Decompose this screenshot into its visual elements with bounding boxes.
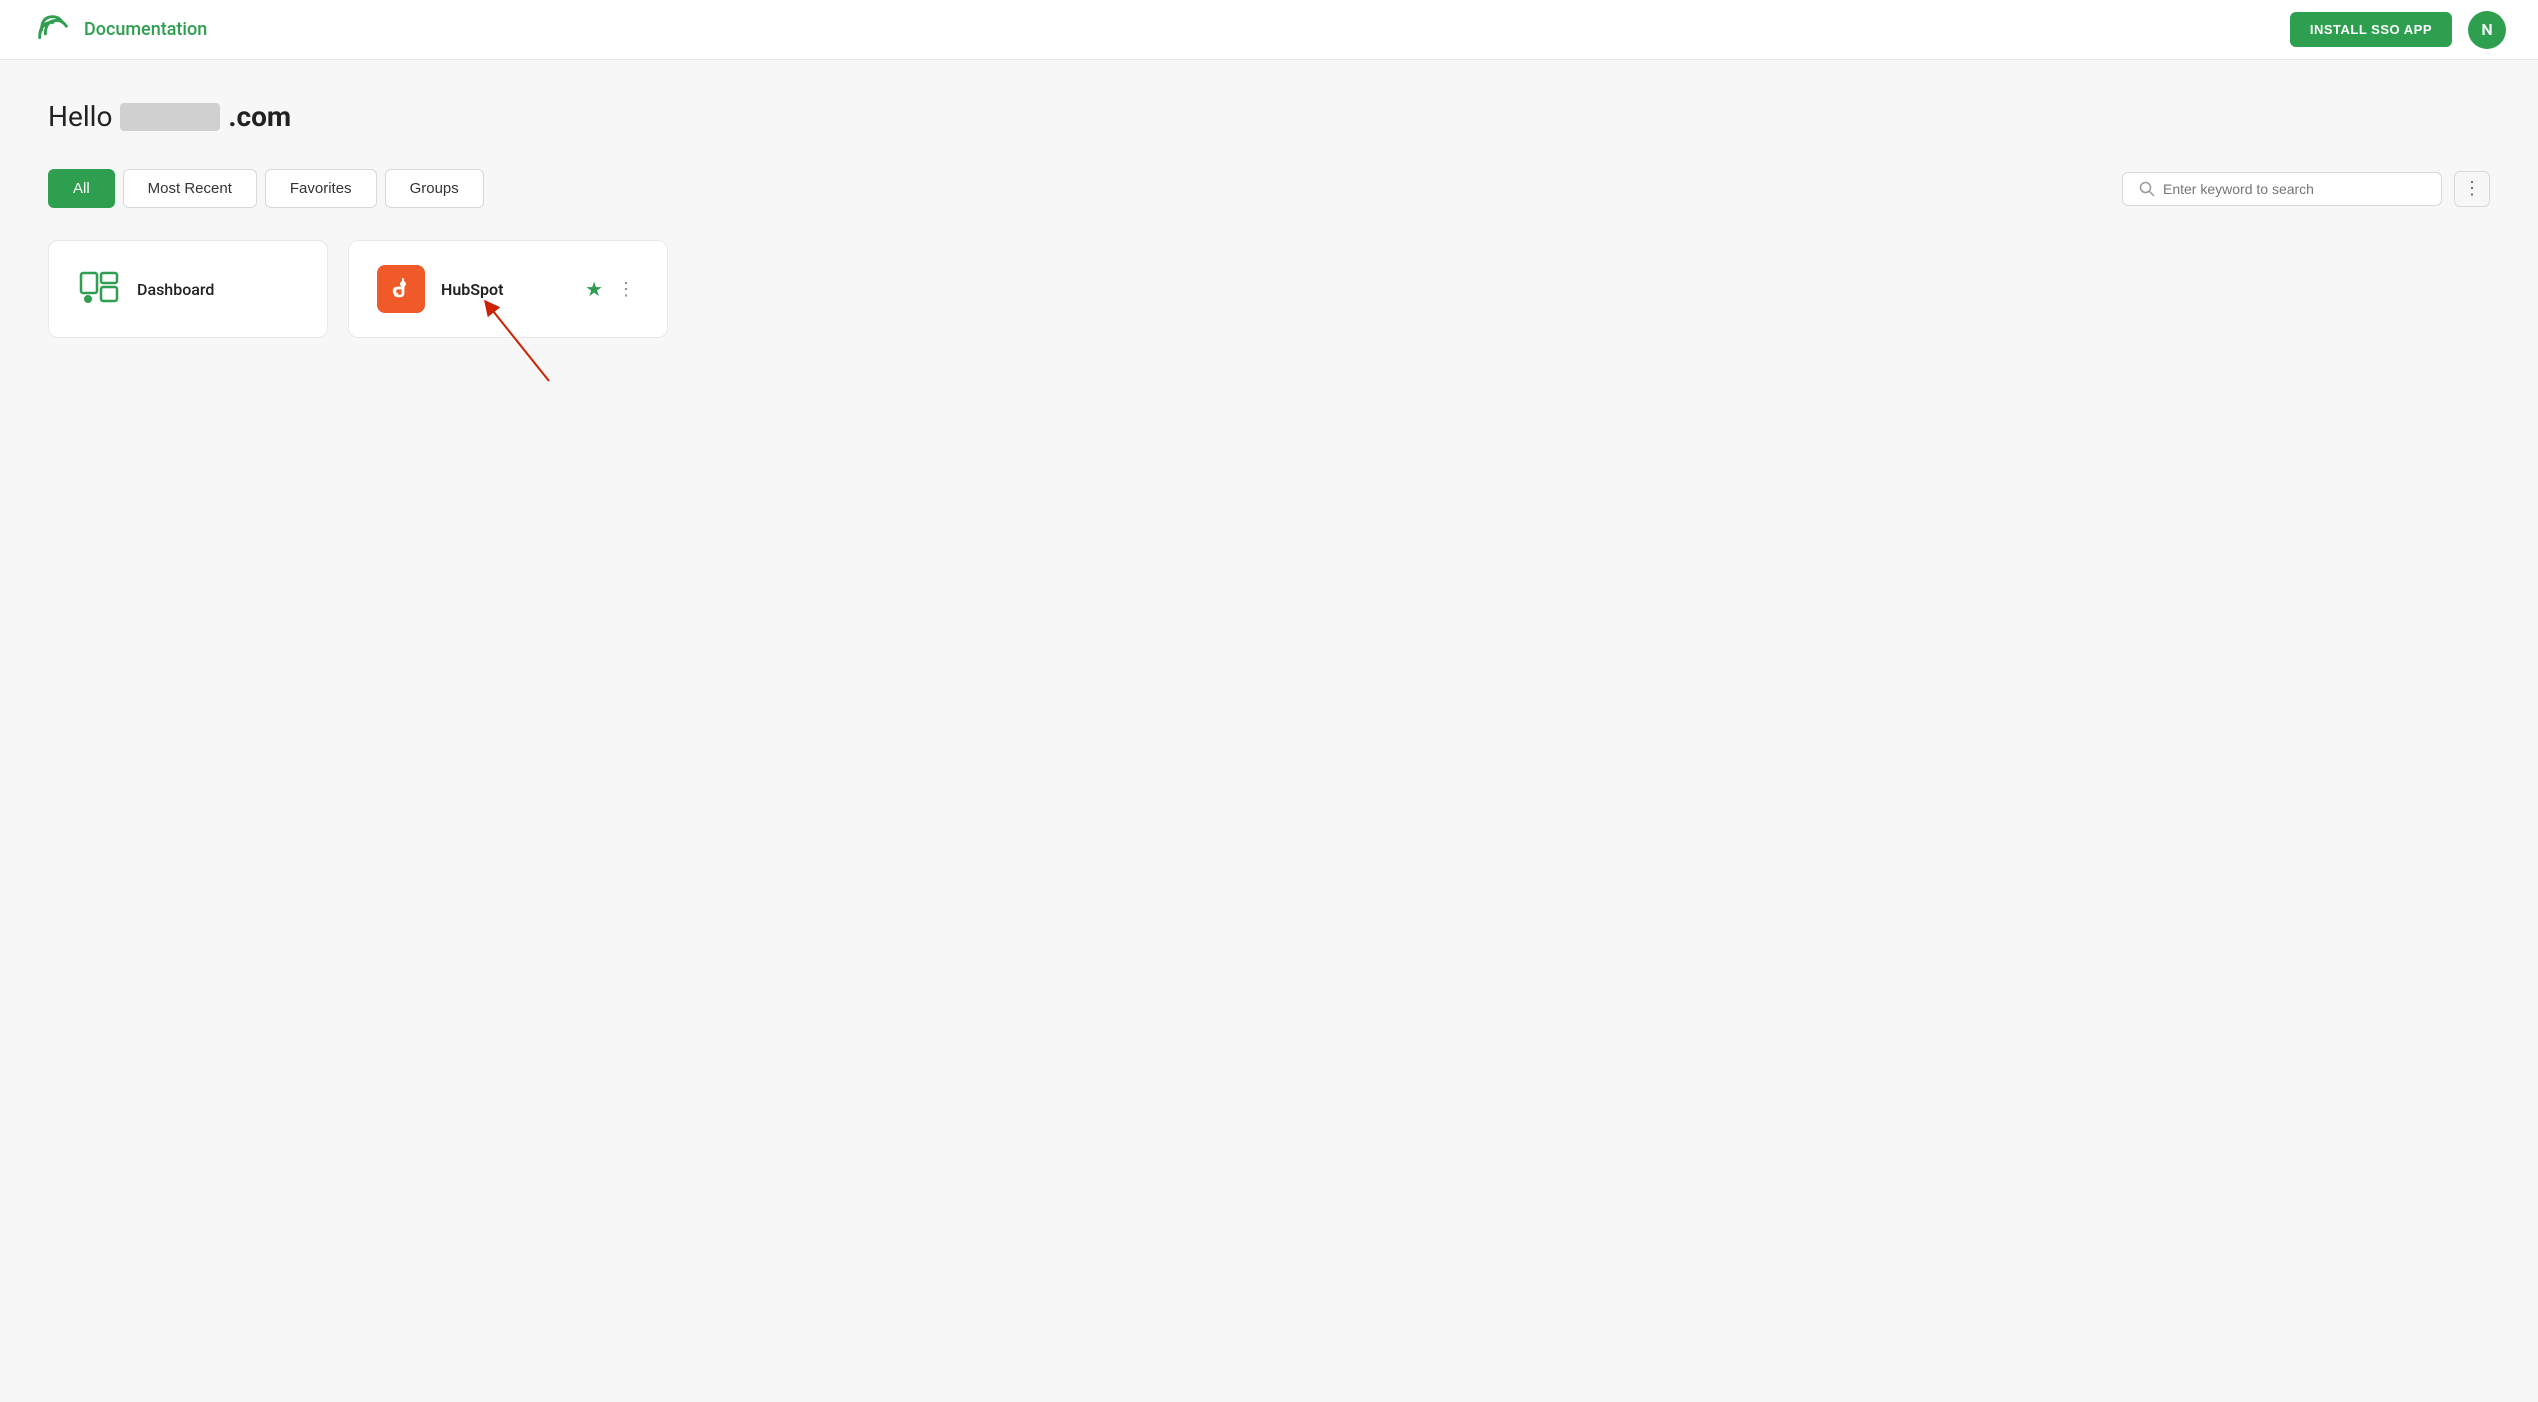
annotation-arrow	[469, 291, 589, 391]
kebab-dots-icon: ⋮	[617, 279, 635, 300]
logo-area: Documentation	[32, 9, 207, 51]
hubspot-label: HubSpot	[441, 280, 569, 299]
dashboard-label: Dashboard	[137, 280, 214, 299]
card-dashboard[interactable]: Dashboard	[48, 240, 328, 338]
cards-grid: Dashboard HubSpot ★ ⋮	[48, 240, 2490, 338]
card-hubspot[interactable]: HubSpot ★ ⋮	[348, 240, 668, 338]
search-icon	[2139, 181, 2155, 197]
search-input[interactable]	[2163, 181, 2425, 197]
filter-row: All Most Recent Favorites Groups ⋮	[48, 169, 2490, 208]
tab-favorites[interactable]: Favorites	[265, 169, 377, 208]
kebab-icon: ⋮	[2463, 178, 2481, 199]
tab-most-recent[interactable]: Most Recent	[123, 169, 257, 208]
avatar[interactable]: N	[2468, 11, 2506, 49]
tab-group: All Most Recent Favorites Groups	[48, 169, 484, 208]
app-title: Documentation	[84, 19, 207, 40]
brand-logo-icon	[32, 9, 74, 51]
header-right: INSTALL SSO APP N	[2290, 11, 2506, 49]
install-sso-button[interactable]: INSTALL SSO APP	[2290, 12, 2452, 47]
hubspot-logo	[377, 265, 425, 313]
tab-groups[interactable]: Groups	[385, 169, 484, 208]
greeting-line: Hello .com	[48, 100, 2490, 133]
arrow-annotation	[469, 291, 589, 395]
favorite-star-icon[interactable]: ★	[585, 277, 603, 301]
user-name-blurred	[120, 103, 220, 131]
search-box	[2122, 172, 2442, 206]
hubspot-kebab-button[interactable]: ⋮	[613, 275, 639, 304]
domain-text: .com	[228, 100, 291, 133]
hubspot-card-actions: ★ ⋮	[585, 275, 639, 304]
main-content: Hello .com All Most Recent Favorites Gro…	[0, 60, 2538, 378]
tab-all[interactable]: All	[48, 169, 115, 208]
hello-text: Hello	[48, 100, 112, 133]
dashboard-icon	[77, 267, 121, 311]
more-options-button[interactable]: ⋮	[2454, 171, 2490, 207]
search-area: ⋮	[2122, 171, 2490, 207]
hubspot-logo-icon	[386, 274, 416, 304]
app-header: Documentation INSTALL SSO APP N	[0, 0, 2538, 60]
